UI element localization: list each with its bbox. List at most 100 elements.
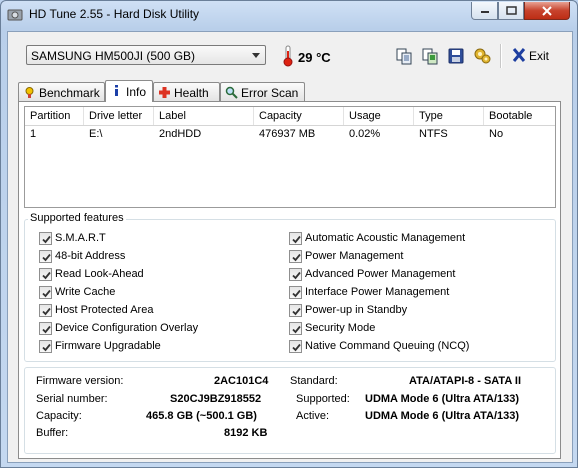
checkmark-icon [292,289,301,298]
app-icon [7,9,23,21]
serial-value: S20CJ9BZ918552 [170,393,262,405]
checkmark-icon [292,235,301,244]
column-header[interactable]: Label [154,107,254,125]
partition-list[interactable]: Partition Drive letter Label Capacity Us… [24,106,556,208]
checkmark-icon [292,325,301,334]
firmware-value: 2AC101C4 [214,375,269,387]
chevron-down-icon [252,53,260,58]
tab-label: Benchmark [39,86,100,100]
minimize-button[interactable] [471,2,498,20]
copy-screenshot-icon[interactable] [420,46,440,66]
close-button[interactable] [524,2,570,20]
supported-features-title: Supported features [28,212,126,224]
health-icon [159,87,170,98]
feature-label: Security Mode [305,322,376,334]
maximize-button[interactable] [498,2,524,20]
cell-usage: 0.02% [349,128,381,140]
checkbox[interactable] [39,304,52,317]
buffer-value: 8192 KB [224,427,268,439]
exit-button[interactable]: Exit [512,47,552,65]
tab-health[interactable]: Health [153,82,220,101]
feature-label: Firmware Upgradable [55,340,161,352]
capacity-value: 465.8 GB (~500.1 GB) [146,410,257,422]
column-header[interactable]: Capacity [254,107,344,125]
checkbox[interactable] [289,232,302,245]
temperature-value: 29 °C [298,50,331,65]
info-panel: Partition Drive letter Label Capacity Us… [18,101,561,459]
column-header[interactable]: Type [414,107,484,125]
tab-benchmark[interactable]: Benchmark [18,82,105,101]
feature-label: Power Management [305,250,404,262]
checkbox[interactable] [289,340,302,353]
feature-label: Interface Power Management [305,286,450,298]
benchmark-icon [25,87,34,98]
cell-type: NTFS [419,128,448,140]
cell-drive-letter: E:\ [89,128,103,140]
checkmark-icon [292,307,301,316]
standard-value: ATA/ATAPI-8 - SATA II [409,375,522,387]
checkbox[interactable] [289,250,302,263]
column-header[interactable]: Partition [25,107,84,125]
column-header[interactable]: Drive letter [84,107,154,125]
column-header[interactable]: Bootable [484,107,555,125]
exit-label: Exit [529,49,550,63]
drive-select-value: SAMSUNG HM500JI (500 GB) [31,49,196,63]
buffer-label: Buffer: [36,427,69,439]
cell-partition: 1 [30,128,37,140]
supported-label: Supported: [296,393,350,405]
client-area: SAMSUNG HM500JI (500 GB) 29 °C Exit Benc… [7,31,573,463]
tab-label: Info [126,85,147,99]
column-header[interactable]: Usage [344,107,414,125]
checkmark-icon [42,235,51,244]
serial-label: Serial number: [36,393,108,405]
feature-label: Write Cache [55,286,116,298]
checkmark-icon [42,325,51,334]
options-icon[interactable] [472,46,492,66]
feature-label: Read Look-Ahead [55,268,144,280]
checkbox[interactable] [289,304,302,317]
checkmark-icon [42,289,51,298]
checkbox[interactable] [39,322,52,335]
checkbox[interactable] [39,340,52,353]
thermometer-icon [283,45,293,67]
firmware-label: Firmware version: [36,375,124,387]
standard-label: Standard: [290,375,338,387]
tab-info[interactable]: Info [105,80,153,102]
checkbox[interactable] [39,286,52,299]
checkbox[interactable] [39,250,52,263]
copy-text-icon[interactable] [394,46,414,66]
feature-label: Power-up in Standby [305,304,408,316]
checkmark-icon [42,343,51,352]
exit-icon [512,48,526,62]
feature-label: Host Protected Area [55,304,154,316]
checkmark-icon [292,343,301,352]
feature-label: Device Configuration Overlay [55,322,199,334]
checkbox[interactable] [39,232,52,245]
feature-label: Native Command Queuing (NCQ) [305,340,470,352]
checkmark-icon [42,271,51,280]
checkmark-icon [292,271,301,280]
cell-bootable: No [489,128,504,140]
active-label: Active: [296,410,330,422]
checkbox[interactable] [39,268,52,281]
toolbar-separator [500,44,502,68]
info-icon [115,85,118,96]
checkbox[interactable] [289,286,302,299]
minimize-icon [480,10,489,13]
app-window: HD Tune 2.55 - Hard Disk Utility SAMSUNG… [0,0,578,468]
checkbox[interactable] [289,268,302,281]
error-scan-icon [225,86,238,99]
tab-label: Error Scan [241,86,299,100]
cell-label: 2ndHDD [159,128,202,140]
supported-value: UDMA Mode 6 (Ultra ATA/133) [365,393,520,405]
feature-label: 48-bit Address [55,250,126,262]
maximize-icon [505,6,517,15]
save-icon[interactable] [446,46,466,66]
checkmark-icon [42,253,51,262]
title-bar[interactable]: HD Tune 2.55 - Hard Disk Utility [1,1,577,29]
checkbox[interactable] [289,322,302,335]
window-title: HD Tune 2.55 - Hard Disk Utility [29,7,200,21]
drive-select[interactable]: SAMSUNG HM500JI (500 GB) [26,45,266,65]
tab-error-scan[interactable]: Error Scan [220,82,305,101]
active-value: UDMA Mode 6 (Ultra ATA/133) [365,410,520,422]
